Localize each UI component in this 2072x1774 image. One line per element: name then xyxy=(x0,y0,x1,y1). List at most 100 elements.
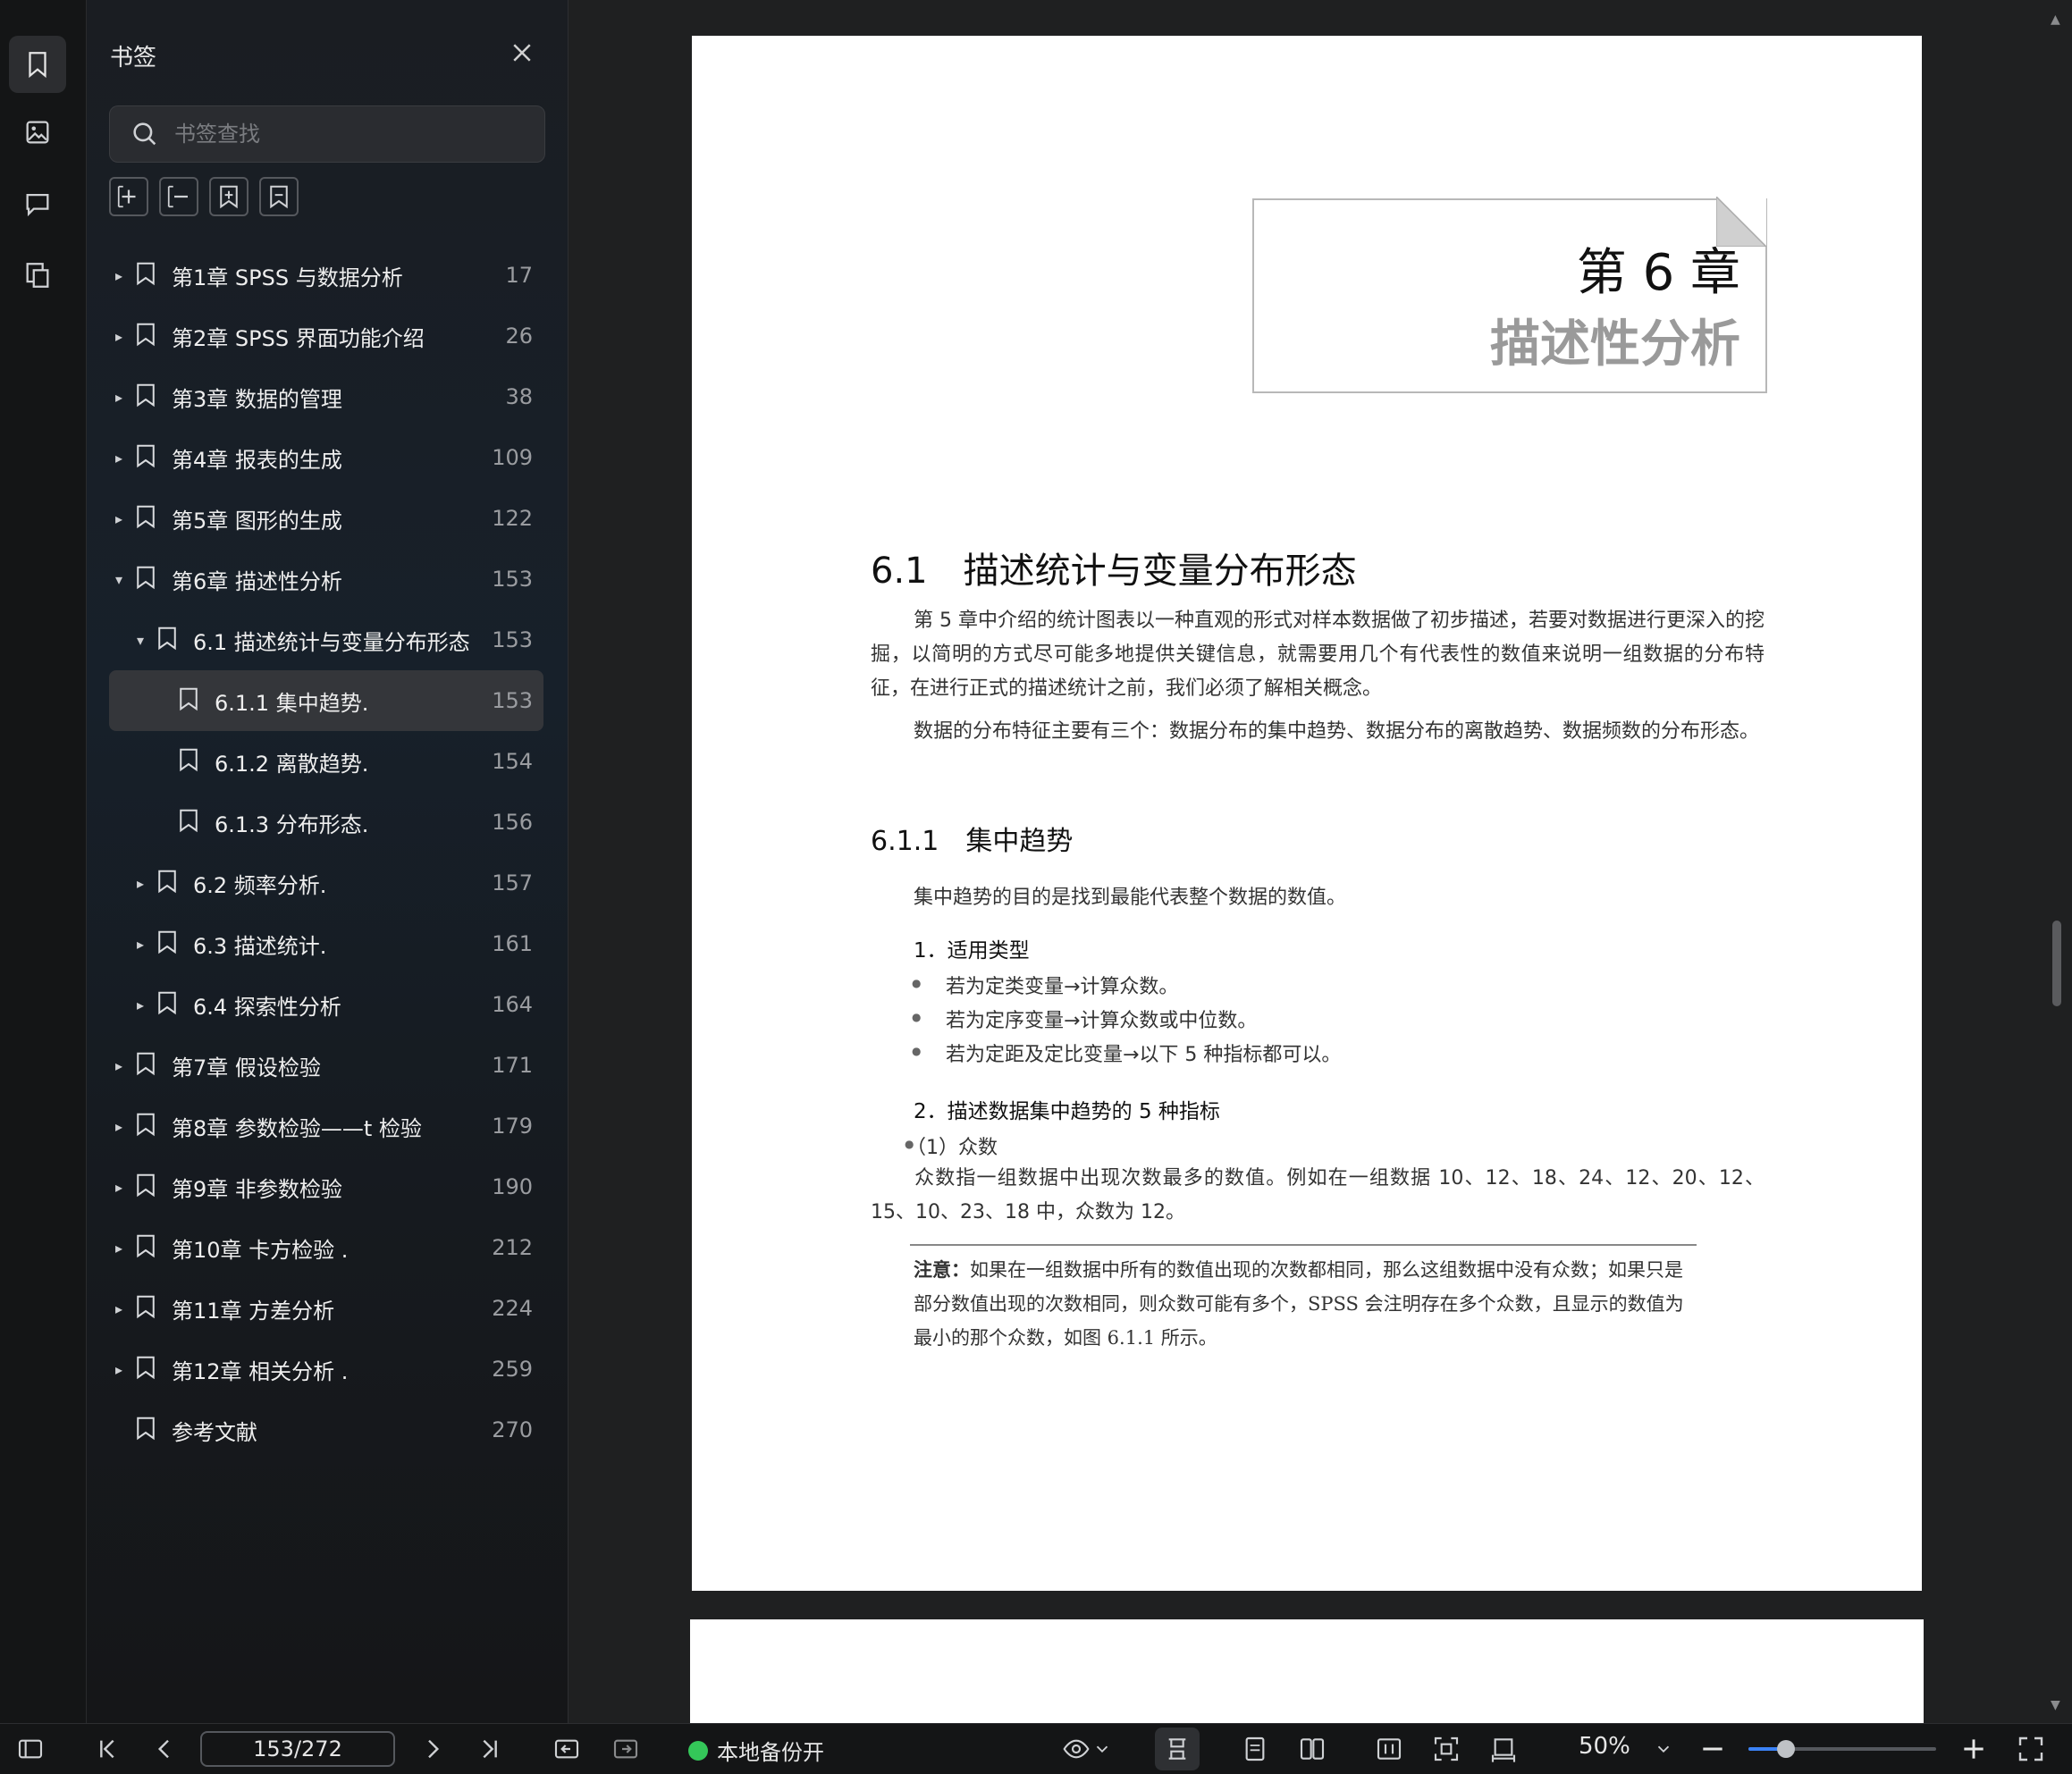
bookmark-panel-button[interactable] xyxy=(9,36,66,93)
bookmark-label: 第1章 SPSS 与数据分析 xyxy=(172,265,403,290)
bookmark-item[interactable]: 参考文献 270 xyxy=(109,1400,543,1460)
bookmark-page-number: 224 xyxy=(492,1296,533,1321)
bookmark-item[interactable]: ▸ 第9章 非参数检验 190 xyxy=(109,1156,543,1217)
bookmark-item[interactable]: ▸ 6.4 探索性分析 164 xyxy=(109,974,543,1035)
zoom-in-icon[interactable] xyxy=(1959,1735,1988,1763)
two-page-icon[interactable] xyxy=(1298,1735,1327,1763)
bookmark-item[interactable]: ▸ 第4章 报表的生成 109 xyxy=(109,427,543,488)
bookmark-icon xyxy=(154,929,181,959)
bookmark-item[interactable]: 6.1.1 集中趋势. 153 xyxy=(109,670,543,731)
caret-right-icon[interactable]: ▸ xyxy=(111,1057,127,1074)
close-icon[interactable] xyxy=(509,39,535,66)
caret-right-icon[interactable]: ▸ xyxy=(132,875,148,892)
caret-right-icon[interactable]: ▸ xyxy=(111,1118,127,1135)
bullet-item: 若为定距及定比变量→以下 5 种指标都可以。 xyxy=(912,1038,1341,1067)
bookmark-item[interactable]: ▾ 第6章 描述性分析 153 xyxy=(109,549,543,610)
actual-size-icon[interactable] xyxy=(1489,1735,1518,1763)
bookmark-item[interactable]: ▸ 第1章 SPSS 与数据分析 17 xyxy=(109,245,543,306)
zoom-level[interactable]: 50% xyxy=(1579,1733,1630,1760)
caret-right-icon[interactable]: ▸ xyxy=(111,1240,127,1257)
bookmark-label: 参考文献 xyxy=(172,1419,257,1445)
caret-right-icon[interactable]: ▸ xyxy=(111,510,127,527)
bookmark-page-number: 153 xyxy=(492,627,533,652)
bookmark-item[interactable]: ▸ 第2章 SPSS 界面功能介绍 26 xyxy=(109,306,543,366)
fullscreen-icon[interactable] xyxy=(2017,1735,2045,1763)
caret-right-icon[interactable]: ▸ xyxy=(111,267,127,284)
scroll-down-arrow[interactable]: ▼ xyxy=(2051,1698,2060,1712)
bookmark-page-number: 17 xyxy=(505,263,533,288)
caret-right-icon[interactable]: ▸ xyxy=(132,996,148,1013)
zoom-slider[interactable] xyxy=(1748,1740,1936,1758)
bookmark-label: 6.1.1 集中趋势. xyxy=(215,690,369,716)
bookmark-icon xyxy=(175,685,202,716)
page-number-input[interactable]: 153/272 xyxy=(200,1731,395,1767)
bookmark-item[interactable]: ▾ 6.1 描述统计与变量分布形态 153 xyxy=(109,610,543,670)
comment-panel-button[interactable] xyxy=(9,175,66,232)
bookmark-page-number: 154 xyxy=(492,749,533,774)
bookmark-item[interactable]: ▸ 第5章 图形的生成 122 xyxy=(109,488,543,549)
bookmark-page-number: 153 xyxy=(492,688,533,713)
caret-right-icon[interactable]: ▸ xyxy=(111,1300,127,1317)
zoom-slider-knob[interactable] xyxy=(1777,1740,1795,1758)
paragraph-3-text: 集中趋势的目的是找到最能代表整个数据的数值。 xyxy=(914,887,1347,909)
previous-page-icon[interactable] xyxy=(150,1735,179,1763)
bookmark-page-number: 26 xyxy=(505,324,533,349)
caret-right-icon[interactable]: ▸ xyxy=(111,389,127,406)
bookmark-item[interactable]: ▸ 6.2 频率分析. 157 xyxy=(109,853,543,913)
fit-page-icon[interactable] xyxy=(1432,1735,1461,1763)
last-page-icon[interactable] xyxy=(476,1735,504,1763)
single-page-icon[interactable] xyxy=(1241,1735,1269,1763)
bookmark-page-number: 270 xyxy=(492,1417,533,1442)
fit-width-icon[interactable] xyxy=(1375,1735,1403,1763)
caret-right-icon[interactable]: ▸ xyxy=(111,450,127,467)
document-page[interactable]: 第 6 章 描述性分析 6.1 描述统计与变量分布形态 第 5 章中介绍的统计图… xyxy=(692,36,1922,1591)
bookmark-page-number: 171 xyxy=(492,1053,533,1078)
bookmark-item[interactable]: ▸ 第3章 数据的管理 38 xyxy=(109,366,543,427)
caret-right-icon[interactable]: ▸ xyxy=(111,328,127,345)
expand-all-button[interactable] xyxy=(109,177,148,216)
bookmark-item[interactable]: 6.1.3 分布形态. 156 xyxy=(109,792,543,853)
sub-heading-2: 2．描述数据集中趋势的 5 种指标 xyxy=(914,1100,1220,1123)
bullet-item: 若为定序变量→计算众数或中位数。 xyxy=(912,1005,1257,1033)
eye-icon[interactable] xyxy=(1062,1735,1091,1763)
bookmark-item[interactable]: ▸ 第7章 假设检验 171 xyxy=(109,1035,543,1096)
caret-down-icon[interactable]: ▾ xyxy=(111,571,127,588)
local-backup-toggle[interactable]: 本地备份开 xyxy=(688,1735,824,1766)
bookmark-icon xyxy=(132,321,159,351)
bookmark-item[interactable]: ▸ 第10章 卡方检验 . 212 xyxy=(109,1217,543,1278)
paragraph-1-text: 第 5 章中介绍的统计图表以一种直观的形式对样本数据做了初步描述，若要对数据进行… xyxy=(871,610,1765,700)
caret-right-icon[interactable]: ▸ xyxy=(111,1179,127,1196)
bookmark-label: 6.1.3 分布形态. xyxy=(215,811,369,837)
caret-down-icon[interactable]: ▾ xyxy=(132,632,148,649)
next-page-icon[interactable] xyxy=(418,1735,447,1763)
caret-right-icon[interactable]: ▸ xyxy=(111,1361,127,1378)
bookmark-icon xyxy=(132,1232,159,1263)
bookmark-label: 第6章 描述性分析 xyxy=(172,568,342,594)
bookmark-search[interactable] xyxy=(109,105,545,163)
remove-bookmark-button[interactable] xyxy=(259,177,299,216)
zoom-dropdown-icon[interactable] xyxy=(1654,1735,1673,1763)
zoom-out-icon[interactable] xyxy=(1698,1735,1727,1763)
attachment-panel-button[interactable] xyxy=(9,247,66,304)
bookmark-item[interactable]: ▸ 6.3 描述统计. 161 xyxy=(109,913,543,974)
bookmark-page-number: 179 xyxy=(492,1114,533,1139)
bookmark-item[interactable]: 6.1.2 离散趋势. 154 xyxy=(109,731,543,792)
bookmark-page-number: 157 xyxy=(492,870,533,895)
caret-right-icon[interactable]: ▸ xyxy=(132,936,148,953)
bookmark-item[interactable]: ▸ 第11章 方差分析 224 xyxy=(109,1278,543,1339)
back-icon[interactable] xyxy=(552,1735,581,1763)
search-input[interactable] xyxy=(173,121,534,147)
thumbnail-panel-button[interactable] xyxy=(9,104,66,161)
collapse-all-button[interactable] xyxy=(159,177,198,216)
scroll-up-arrow[interactable]: ▲ xyxy=(2051,13,2060,27)
bookmark-item[interactable]: ▸ 第8章 参数检验——t 检验 179 xyxy=(109,1096,543,1156)
sidebar-toggle-icon[interactable] xyxy=(16,1735,45,1763)
bookmark-page-number: 122 xyxy=(492,506,533,531)
first-page-icon[interactable] xyxy=(93,1735,122,1763)
next-page[interactable] xyxy=(690,1619,1924,1723)
forward-icon[interactable] xyxy=(611,1735,640,1763)
chevron-down-icon[interactable] xyxy=(1092,1735,1112,1763)
bookmark-item[interactable]: ▸ 第12章 相关分析 . 259 xyxy=(109,1339,543,1400)
add-bookmark-button[interactable] xyxy=(209,177,248,216)
vertical-scrollbar[interactable] xyxy=(2052,921,2061,1006)
